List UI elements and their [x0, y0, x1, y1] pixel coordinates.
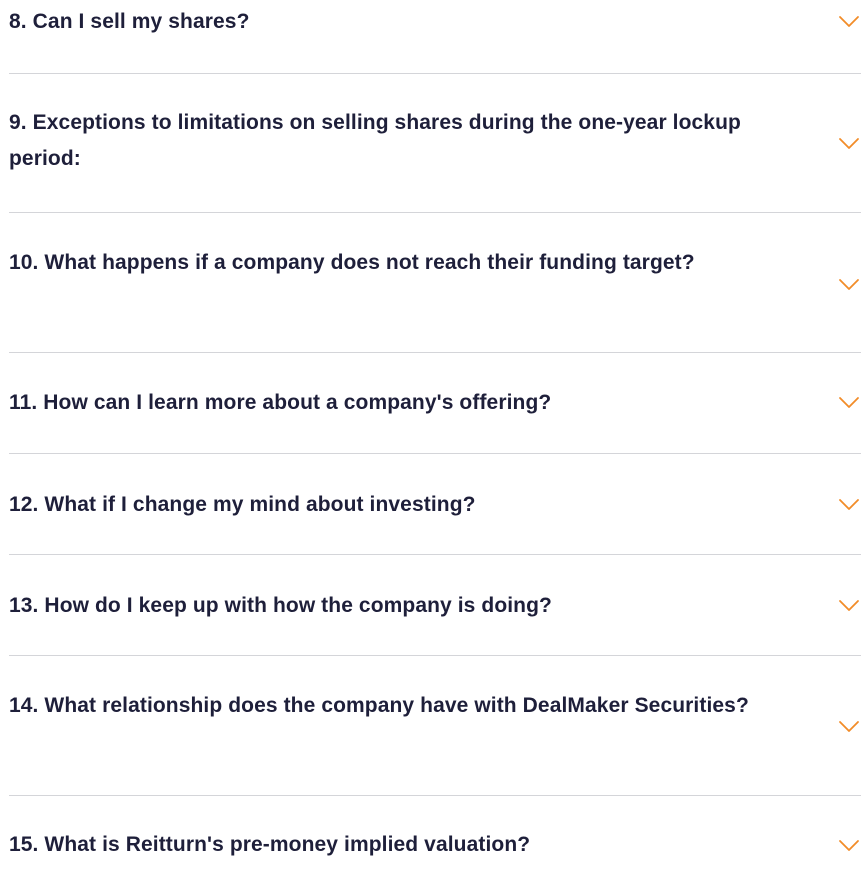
faq-question: 8. Can I sell my shares?	[9, 10, 250, 33]
chevron-down-icon[interactable]	[838, 839, 860, 853]
chevron-down-icon[interactable]	[838, 278, 860, 292]
faq-question: 11. How can I learn more about a company…	[9, 391, 552, 414]
faq-item-11[interactable]: 11. How can I learn more about a company…	[0, 353, 861, 454]
faq-item-13[interactable]: 13. How do I keep up with how the compan…	[0, 555, 861, 656]
faq-item-14[interactable]: 14. What relationship does the company h…	[0, 656, 861, 796]
faq-question: 10. What happens if a company does not r…	[9, 251, 695, 274]
faq-question: 15. What is Reitturn's pre-money implied…	[9, 833, 531, 856]
faq-item-9[interactable]: 9. Exceptions to limitations on selling …	[0, 74, 861, 213]
chevron-down-icon[interactable]	[838, 396, 860, 410]
faq-item-12[interactable]: 12. What if I change my mind about inves…	[0, 454, 861, 555]
chevron-down-icon[interactable]	[838, 498, 860, 512]
faq-question: 12. What if I change my mind about inves…	[9, 493, 476, 516]
faq-item-8[interactable]: 8. Can I sell my shares?	[0, 0, 861, 74]
chevron-down-icon[interactable]	[838, 599, 860, 613]
faq-question: 9. Exceptions to limitations on selling …	[9, 111, 741, 170]
chevron-down-icon[interactable]	[838, 137, 860, 151]
faq-accordion: 8. Can I sell my shares? 9. Exceptions t…	[0, 0, 861, 892]
chevron-down-icon[interactable]	[838, 15, 860, 29]
faq-question: 14. What relationship does the company h…	[9, 694, 749, 717]
faq-question: 13. How do I keep up with how the compan…	[9, 594, 552, 617]
chevron-down-icon[interactable]	[838, 720, 860, 734]
faq-item-15[interactable]: 15. What is Reitturn's pre-money implied…	[0, 796, 861, 892]
faq-item-10[interactable]: 10. What happens if a company does not r…	[0, 213, 861, 353]
